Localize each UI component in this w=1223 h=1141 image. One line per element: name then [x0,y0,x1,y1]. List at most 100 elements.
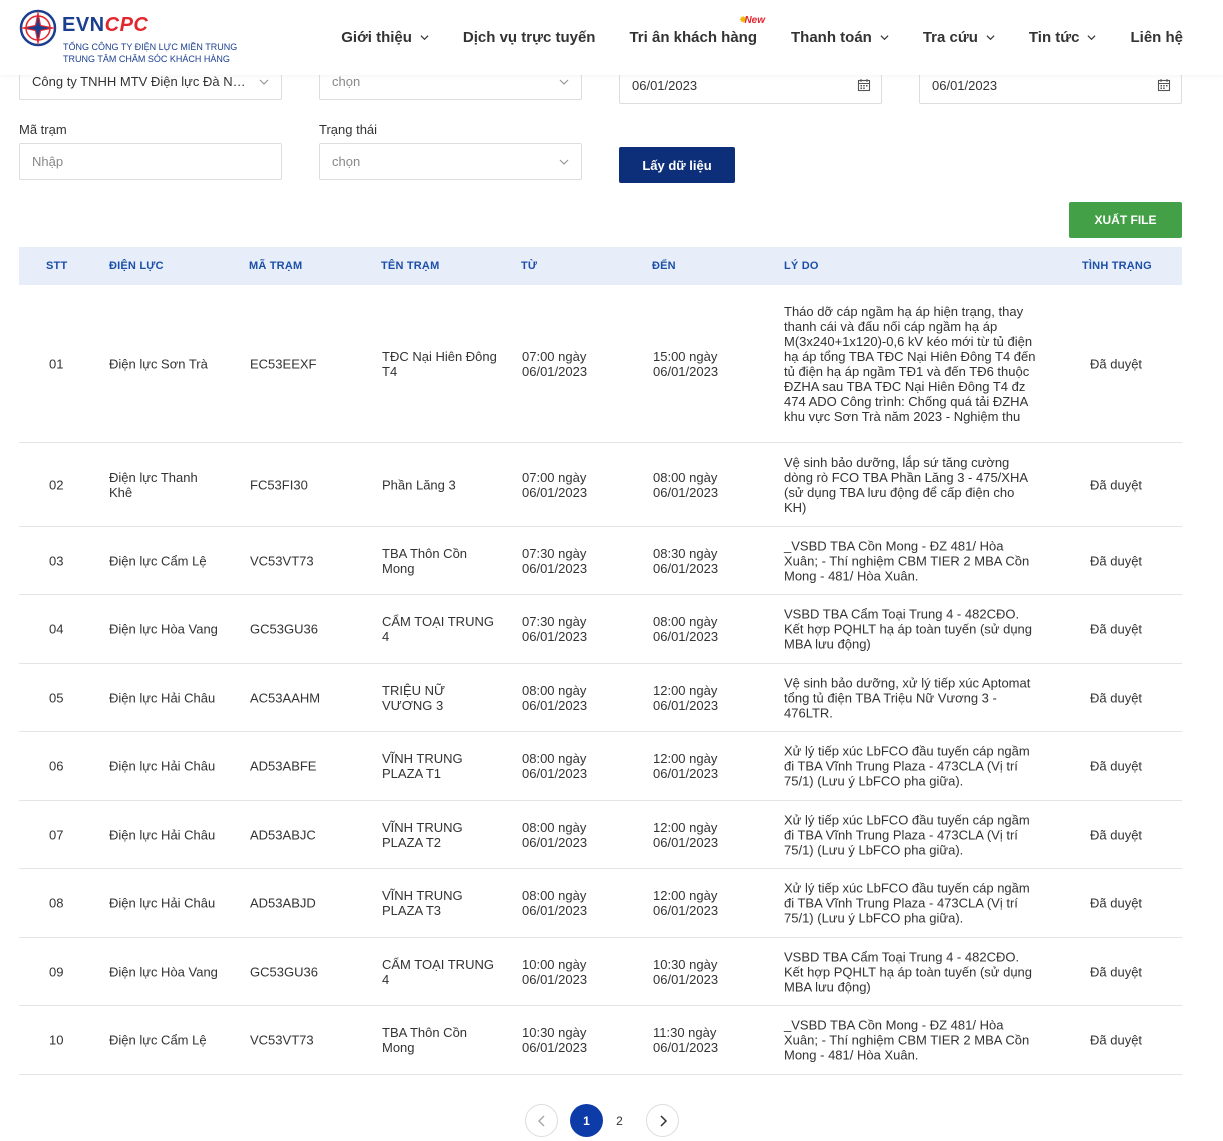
table-row: 07 Điện lực Hải Châu AD53ABJC VĨNH TRUNG PL… [19,801,1182,869]
cell-tinh-trang: Đã duyệt [1090,895,1143,911]
station-code-input[interactable]: Nhập [19,143,282,180]
cell-ly-do: _VSBD TBA Cồn Mong - ĐZ 481/ Hòa Xuân; -… [784,538,1030,583]
cell-tu: 07:30 ngày 06/01/2023 [522,614,588,644]
logo-subtitle-center: TRUNG TÂM CHĂM SÓC KHÁCH HÀNG [63,54,230,64]
table-row: 06 Điện lực Hải Châu AD53ABFE VĨNH TRUNG PL… [19,732,1182,801]
cell-stt: 10 [49,1032,64,1048]
cell-tu: 08:00 ngày 06/01/2023 [522,682,588,713]
station-code-label: Mã trạm [19,122,67,137]
page-1-button[interactable]: 1 [570,1104,603,1137]
cell-tinh-trang: Đã duyệt [1090,964,1143,979]
cell-ma-tram: AD53ABJC [250,827,316,842]
fetch-data-button[interactable]: Lấy dữ liệu [619,147,735,183]
cell-dien-luc: Điện lực Sơn Trà [109,356,208,371]
cell-ten-tram: TĐC Nại Hiên Đông T4 [382,348,497,379]
cell-stt: 08 [49,895,64,911]
cell-dien-luc: Điện lực Hải Châu [109,758,216,774]
cell-ma-tram: AD53ABJD [250,895,316,911]
cell-den: 12:00 ngày 06/01/2023 [653,819,719,850]
previous-page-button[interactable] [525,1104,558,1137]
cell-ten-tram: TRIỆU NỮ VƯƠNG 3 [382,682,446,713]
table-row: 08 Điện lực Hải Châu AD53ABJD VĨNH TRUNG PL… [19,869,1182,938]
cell-ten-tram: CẨM TOẠI TRUNG 4 [382,956,494,987]
chevron-right-icon [659,1114,667,1127]
calendar-icon[interactable] [857,78,871,92]
status-select[interactable]: chọn [319,143,582,180]
nav-dich-vu-truc-tuyen[interactable]: Dịch vụ trực tuyến [463,29,596,46]
cell-ly-do: Xử lý tiếp xúc LbFCO đầu tuyến cáp ngầm … [784,812,1030,857]
cell-stt: 09 [49,964,64,979]
table-row: 09 Điện lực Hòa Vang GC53GU36 CẨM TOẠI TRUN… [19,938,1182,1006]
table-row: 05 Điện lực Hải Châu AC53AAHM TRIỆU NỮ VƯƠN… [19,664,1182,732]
cell-dien-luc: Điện lực Hòa Vang [109,964,218,979]
cell-den: 08:00 ngày 06/01/2023 [653,469,719,500]
new-badge: ✸New [739,14,765,26]
nav-lien-he[interactable]: Liên hệ [1130,29,1183,46]
nav-gioi-thieu[interactable]: Giới thiệu [341,29,429,46]
cell-stt: 02 [49,477,64,492]
nav-tin-tuc[interactable]: Tin tức [1029,29,1097,46]
calendar-icon[interactable] [1157,78,1171,92]
cell-den: 12:00 ngày 06/01/2023 [653,751,719,781]
cell-den: 08:30 ngày 06/01/2023 [653,545,719,576]
column-header-ten-tram: TÊN TRẠM [381,260,440,272]
cell-den: 15:00 ngày 06/01/2023 [653,348,719,379]
cell-ten-tram: CẨM TOẠI TRUNG 4 [382,614,494,644]
cell-tinh-trang: Đã duyệt [1090,356,1143,371]
nav-thanh-toan[interactable]: Thanh toán [791,29,889,46]
site-header: EVNCPC TỔNG CÔNG TY ĐIỆN LỰC MIỀN TRUNG … [0,0,1223,75]
cell-ly-do: _VSBD TBA Cồn Mong - ĐZ 481/ Hòa Xuân; -… [784,1017,1030,1063]
next-page-button[interactable] [646,1104,679,1137]
logo-brand: EVNCPC [62,14,149,36]
table-row: 10 Điện lực Cẩm Lệ VC53VT73 TBA Thôn Cồn Mo… [19,1006,1182,1075]
cell-ly-do: VSBD TBA Cẩm Toại Trung 4 - 482CĐO. Kết … [784,606,1033,652]
cell-ly-do: Vệ sinh bảo dưỡng, xử lý tiếp xúc Aptoma… [784,675,1031,720]
cell-dien-luc: Điện lực Cẩm Lệ [109,553,207,568]
cell-tu: 07:00 ngày 06/01/2023 [522,348,588,379]
cell-stt: 05 [49,690,64,705]
export-file-button[interactable]: XUẤT FILE [1069,202,1182,238]
cell-dien-luc: Điện lực Hòa Vang [109,621,218,637]
cell-den: 12:00 ngày 06/01/2023 [653,682,719,713]
cell-dien-luc: Điện lực Cẩm Lệ [109,1032,207,1048]
column-header-dien-luc: ĐIỆN LỰC [109,260,164,272]
cell-tu: 08:00 ngày 06/01/2023 [522,819,588,850]
chevron-down-icon [1087,34,1096,40]
cell-dien-luc: Điện lực Hải Châu [109,895,216,911]
cell-tinh-trang: Đã duyệt [1090,827,1143,842]
evncpc-logo[interactable]: EVNCPC TỔNG CÔNG TY ĐIỆN LỰC MIỀN TRUNG … [18,8,248,68]
main-nav: Giới thiệu Dịch vụ trực tuyến Tri ân khá… [307,15,1183,52]
cell-ten-tram: TBA Thôn Cồn Mong [382,1025,468,1055]
table-row: 04 Điện lực Hòa Vang GC53GU36 CẨM TOẠI TRUN… [19,595,1182,664]
cell-dien-luc: Điện lực Hải Châu [109,690,216,705]
table-row: 03 Điện lực Cẩm Lệ VC53VT73 TBA Thôn Cồn Mo… [19,527,1182,595]
cell-ma-tram: EC53EEXF [250,356,317,371]
cell-ten-tram: VĨNH TRUNG PLAZA T1 [382,751,463,781]
column-header-ma-tram: MÃ TRẠM [249,260,303,272]
cell-ten-tram: TBA Thôn Cồn Mong [382,545,468,576]
evn-logo-icon [19,9,57,47]
nav-tri-an-khach-hang[interactable]: Tri ân khách hàng ✸New [629,15,765,46]
table-row: 01 Điện lực Sơn Trà EC53EEXF TĐC Nại Hiên Đ… [19,285,1182,443]
column-header-tinh-trang: TÌNH TRẠNG [1082,260,1152,272]
column-header-den: ĐẾN [652,260,676,272]
column-header-tu: TỪ [521,260,538,272]
cell-dien-luc: Điện lực Hải Châu [109,827,216,842]
nav-tra-cuu[interactable]: Tra cứu [923,29,995,46]
table-body: 01 Điện lực Sơn Trà EC53EEXF TĐC Nại Hiên Đ… [19,285,1182,1075]
cell-ma-tram: VC53VT73 [250,553,314,568]
page-2-button[interactable]: 2 [603,1104,636,1137]
cell-stt: 01 [49,356,64,371]
cell-stt: 03 [49,553,64,568]
chevron-down-icon [420,34,429,40]
cell-tinh-trang: Đã duyệt [1090,1032,1143,1048]
column-header-stt: STT [46,260,68,272]
cell-ma-tram: GC53GU36 [250,621,318,637]
cell-tinh-trang: Đã duyệt [1090,690,1143,705]
cell-ma-tram: AC53AAHM [250,690,321,705]
cell-ma-tram: FC53FI30 [250,477,308,492]
cell-ly-do: Vệ sinh bảo dưỡng, lắp sứ tăng cường dòn… [784,454,1028,515]
cell-tu: 10:30 ngày 06/01/2023 [522,1025,588,1055]
cell-den: 11:30 ngày 06/01/2023 [653,1025,719,1055]
cell-den: 08:00 ngày 06/01/2023 [653,614,719,644]
